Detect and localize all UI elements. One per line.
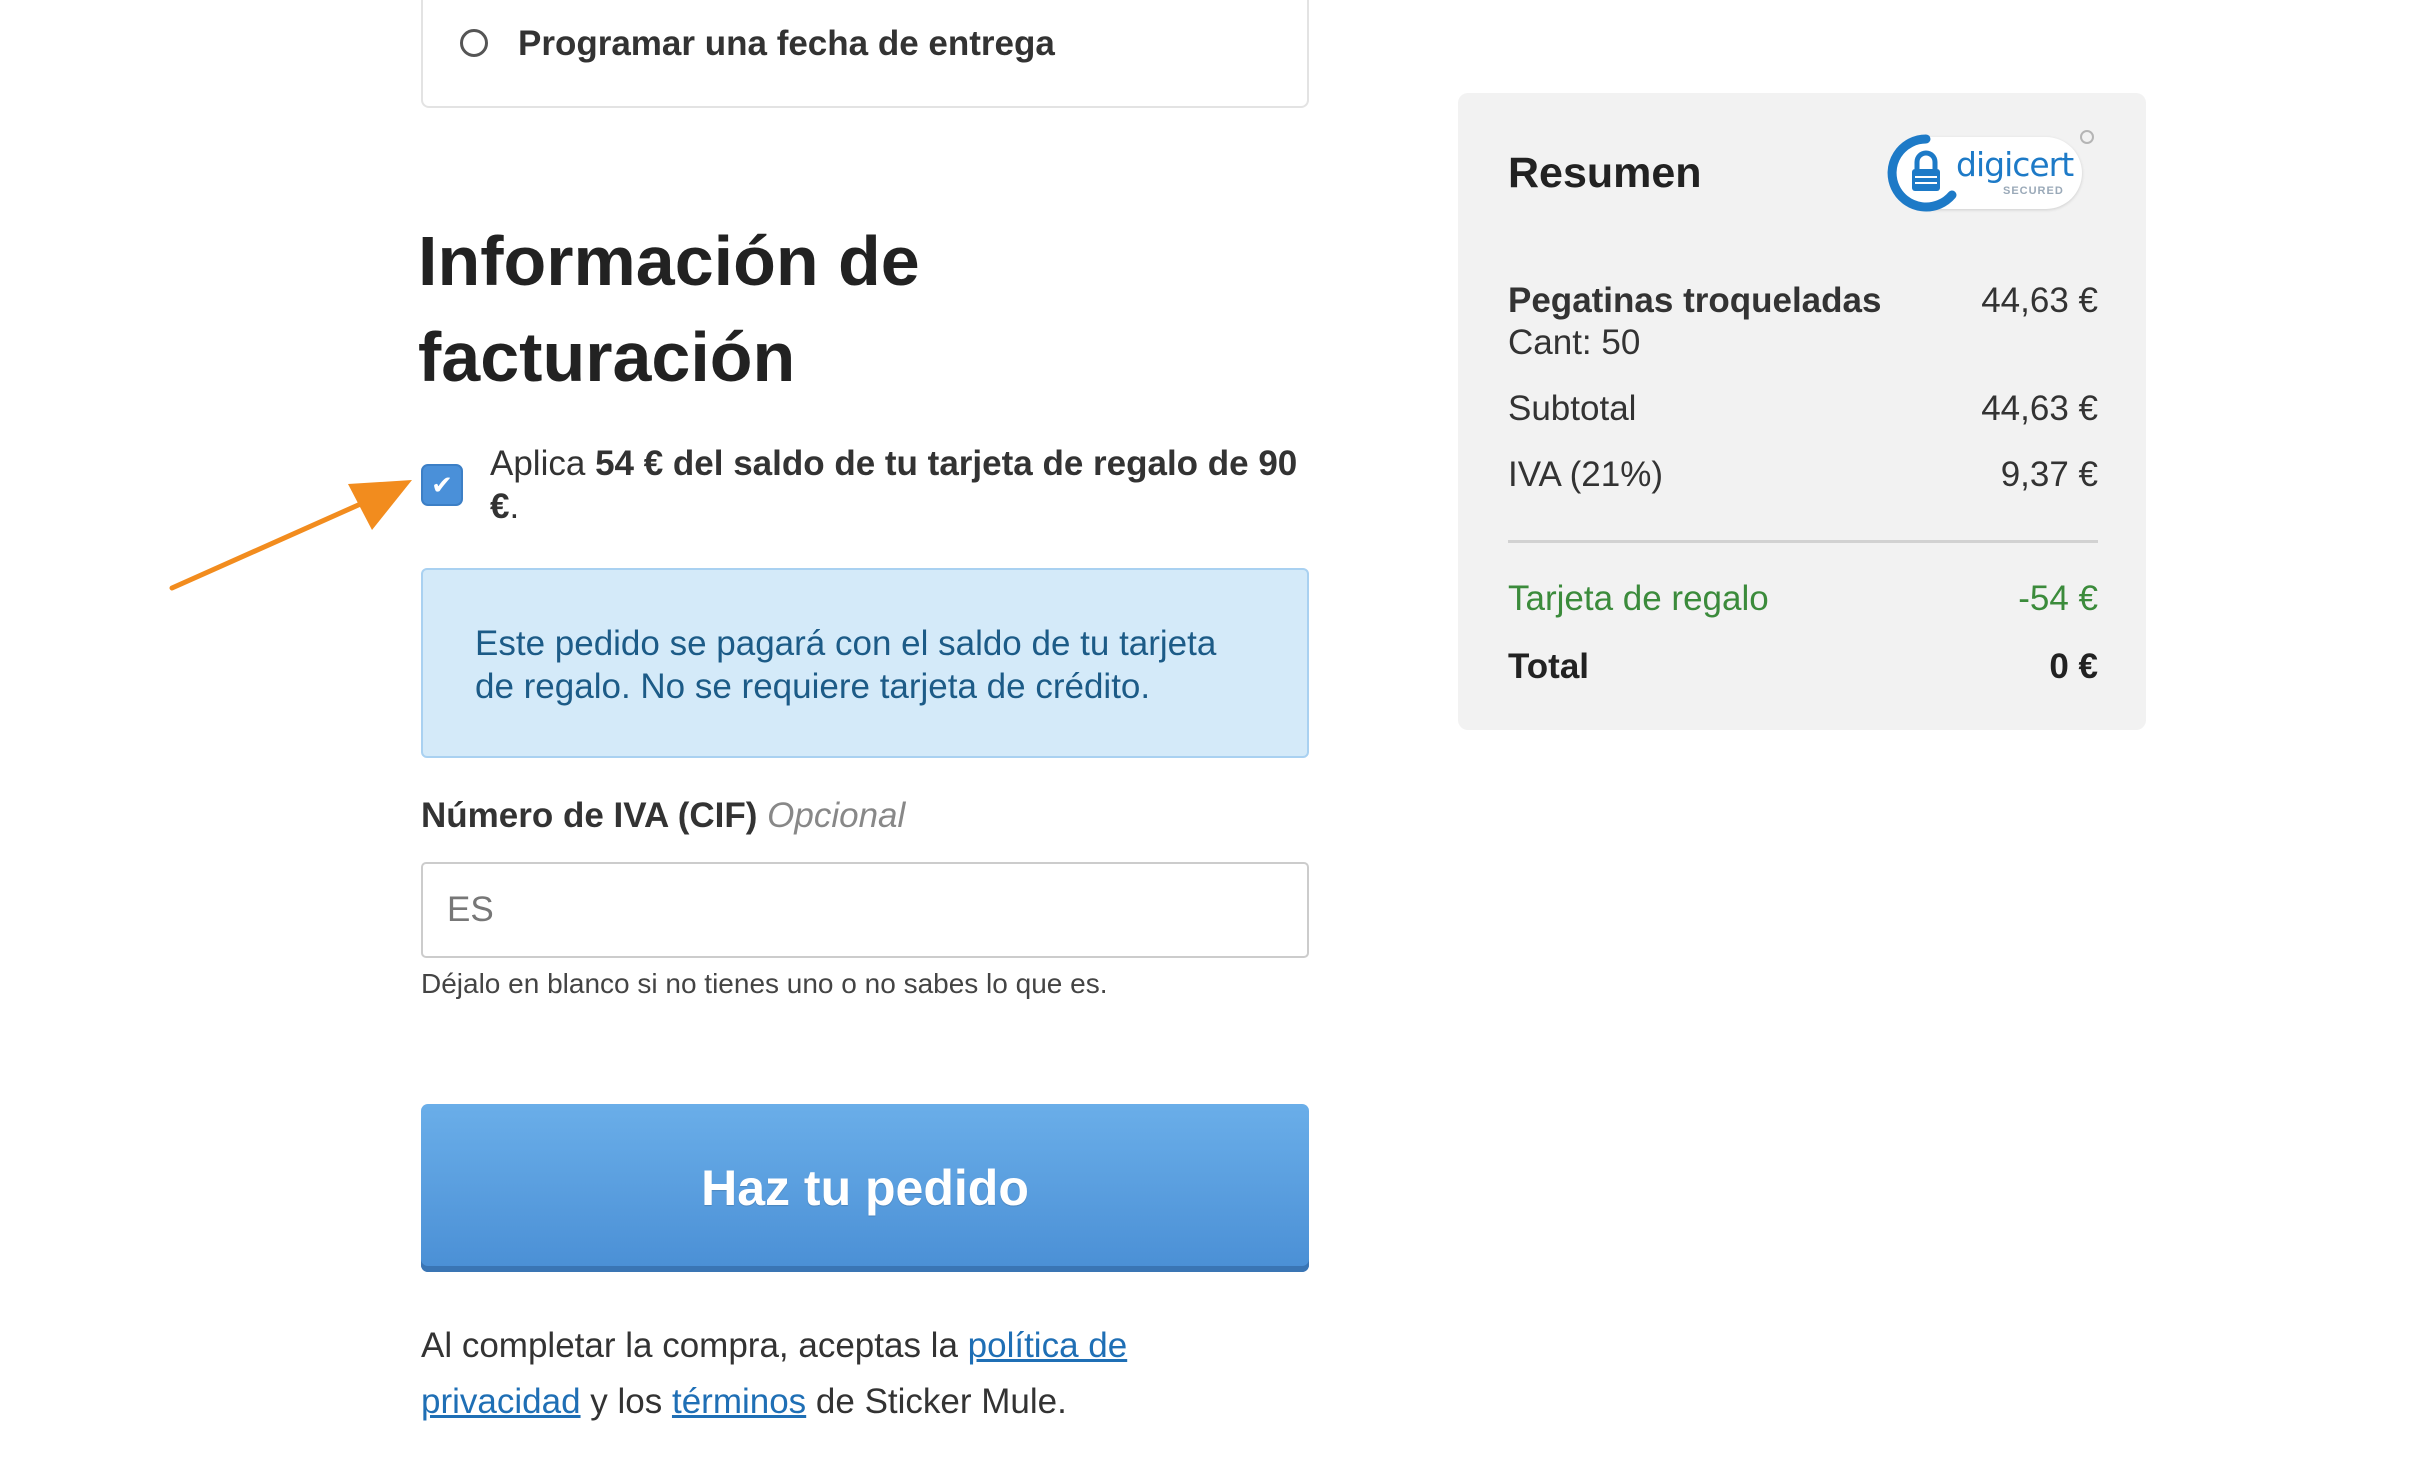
giftcard-suffix: . (509, 487, 520, 526)
registered-mark-icon (2080, 130, 2094, 144)
subtotal-value: 44,63 € (1981, 389, 2098, 428)
vat-help-text: Déjalo en blanco si no tienes uno o no s… (421, 968, 1108, 999)
delivery-option-card[interactable]: Programar una fecha de entrega (421, 0, 1309, 108)
order-summary: Resumen digicert SECURED Pegatinas troqu… (1458, 93, 2146, 730)
giftcard-info-message: Este pedido se pagará con el saldo de tu… (421, 568, 1309, 758)
lock-icon (1887, 134, 1957, 212)
billing-heading: Información de facturación (418, 213, 1118, 405)
billing-heading-line2: facturación (418, 318, 796, 396)
tax-row: IVA (21%) 9,37 € (1508, 455, 2098, 495)
tax-value: 9,37 € (2000, 455, 2098, 494)
giftcard-summary-label: Tarjeta de regalo (1508, 579, 1769, 618)
product-quantity: Cant: 50 (1508, 323, 1641, 362)
total-label: Total (1508, 647, 1590, 686)
vat-optional-text: Opcional (767, 796, 906, 835)
summary-title: Resumen (1508, 149, 1702, 197)
badge-sub: SECURED (2003, 185, 2064, 197)
giftcard-row: Tarjeta de regalo -54 € (1508, 579, 2098, 619)
vat-label: Número de IVA (CIF) Opcional (421, 796, 905, 836)
tax-label: IVA (21%) (1508, 455, 1663, 494)
annotation-arrow-icon (169, 480, 412, 591)
place-order-button[interactable]: Haz tu pedido (421, 1104, 1309, 1272)
terms-link[interactable]: términos (672, 1382, 806, 1421)
subtotal-row: Subtotal 44,63 € (1508, 389, 2098, 429)
giftcard-checkbox[interactable]: ✔ (421, 464, 463, 506)
vat-label-text: Número de IVA (CIF) (421, 796, 758, 835)
terms-text-1: Al completar la compra, aceptas la (421, 1326, 968, 1365)
subtotal-label: Subtotal (1508, 389, 1637, 428)
total-row: Total 0 € (1508, 647, 2098, 687)
giftcard-prefix: Aplica (490, 444, 596, 483)
product-price: 44,63 € (1981, 281, 2098, 320)
checkmark-icon: ✔ (431, 470, 453, 500)
terms-text: Al completar la compra, aceptas la polít… (421, 1318, 1221, 1430)
vat-number-input[interactable] (421, 862, 1309, 958)
giftcard-summary-value: -54 € (2018, 579, 2098, 618)
terms-text-3: de Sticker Mule. (806, 1382, 1067, 1421)
product-name: Pegatinas troqueladas (1508, 281, 1882, 320)
digicert-badge[interactable]: digicert SECURED (1886, 133, 2086, 215)
giftcard-amount-text: 54 € del saldo de tu tarjeta de regalo d… (490, 444, 1298, 526)
terms-text-2: y los (580, 1382, 672, 1421)
product-row: Pegatinas troqueladas 44,63 € (1508, 281, 2098, 321)
total-value: 0 € (2049, 647, 2098, 686)
billing-heading-line1: Información de (418, 222, 920, 300)
badge-brand: digicert (1956, 145, 2074, 184)
giftcard-apply-label[interactable]: Aplica 54 € del saldo de tu tarjeta de r… (490, 442, 1320, 528)
schedule-delivery-radio[interactable] (460, 29, 488, 57)
schedule-delivery-label[interactable]: Programar una fecha de entrega (518, 24, 1055, 64)
summary-divider (1508, 540, 2098, 543)
